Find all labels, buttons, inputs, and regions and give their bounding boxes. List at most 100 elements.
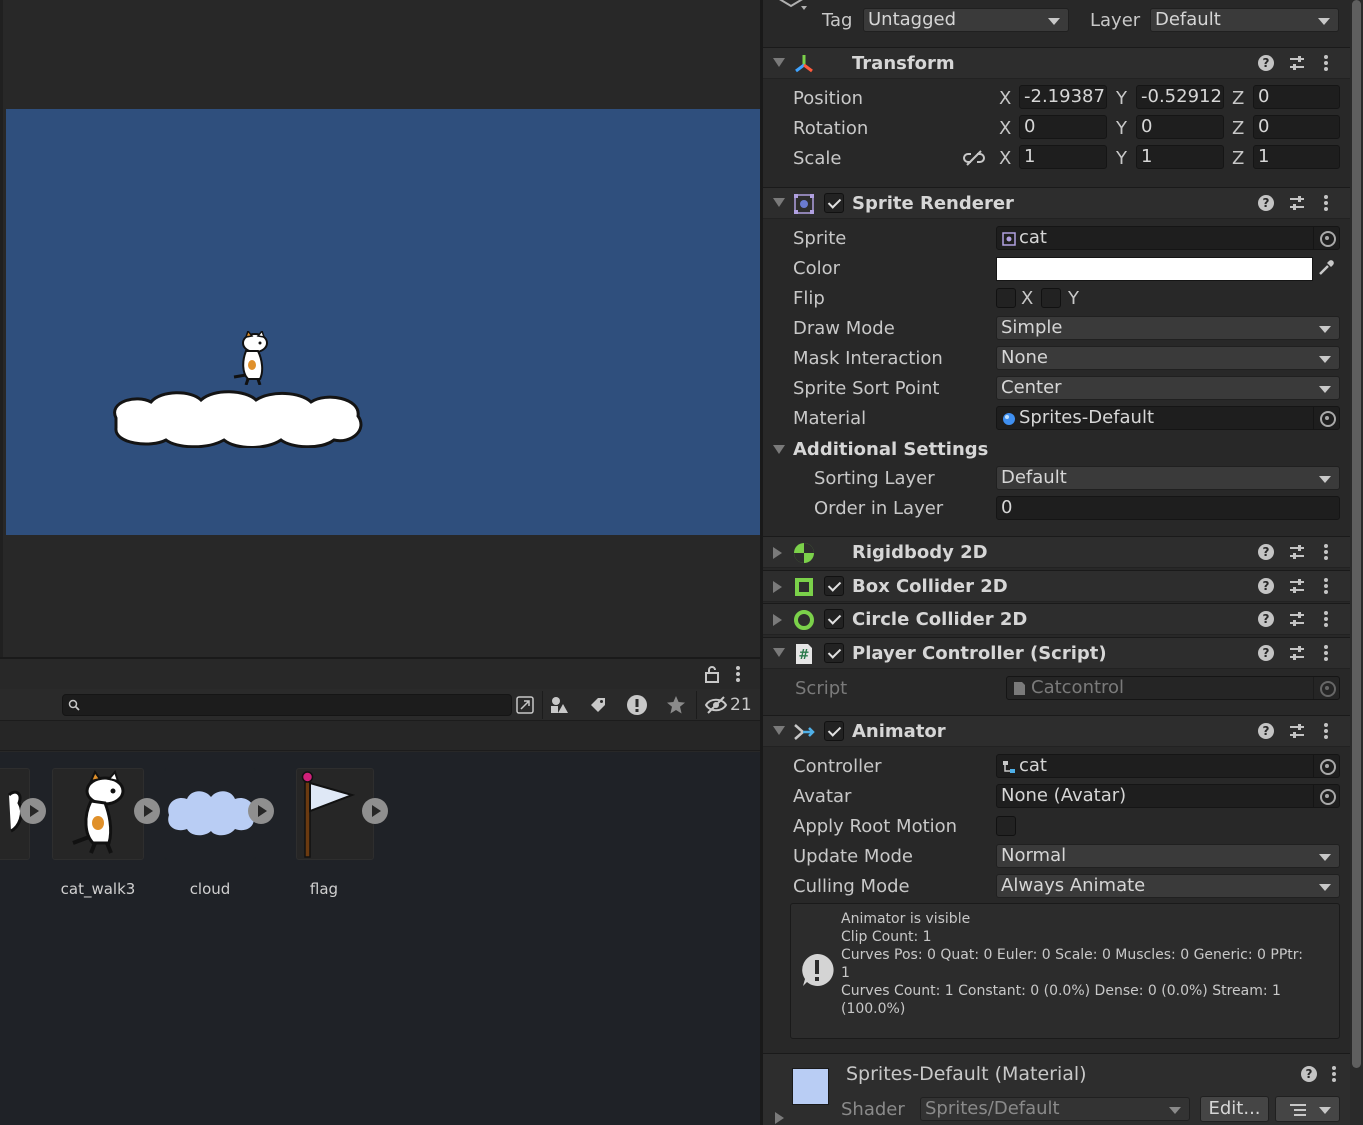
circle-collider-2d-header[interactable]: Circle Collider 2D ? [763, 603, 1350, 635]
help-icon[interactable]: ? [1258, 195, 1274, 211]
foldout-arrow-icon[interactable] [773, 726, 785, 735]
game-canvas[interactable] [6, 109, 763, 535]
sprite-object-field[interactable]: cat [996, 226, 1340, 250]
foldout-arrow-icon[interactable] [773, 58, 785, 67]
mask-interaction-dropdown[interactable]: None [996, 346, 1340, 370]
constrain-proportions-icon[interactable] [963, 150, 985, 166]
scale-z-field[interactable]: 1 [1253, 145, 1340, 169]
help-icon[interactable]: ? [1258, 55, 1274, 71]
help-icon[interactable]: ? [1258, 544, 1274, 560]
presets-icon[interactable] [1288, 54, 1306, 72]
kebab-menu-icon[interactable] [1328, 1065, 1340, 1083]
shader-dropdown[interactable]: Sprites/Default [920, 1097, 1190, 1121]
player-controller-header[interactable]: # Player Controller (Script) ? [763, 637, 1350, 669]
additional-settings-foldout[interactable]: Additional Settings [763, 435, 1350, 465]
shader-options-button[interactable] [1275, 1096, 1340, 1122]
edit-shader-button[interactable]: Edit... [1200, 1096, 1269, 1122]
help-icon[interactable]: ? [1258, 645, 1274, 661]
favorite-star-icon[interactable] [663, 693, 689, 717]
presets-icon[interactable] [1288, 722, 1306, 740]
update-mode-dropdown[interactable]: Normal [996, 844, 1340, 868]
rotation-y-field[interactable]: 0 [1136, 115, 1224, 139]
position-y-field[interactable]: -0.52912 [1136, 85, 1224, 109]
scale-x-field[interactable]: 1 [1019, 145, 1107, 169]
color-swatch-field[interactable] [996, 257, 1313, 281]
foldout-arrow-icon[interactable] [775, 1112, 784, 1124]
help-icon[interactable]: ? [1258, 723, 1274, 739]
foldout-arrow-icon[interactable] [773, 614, 782, 626]
enabled-checkbox[interactable] [824, 576, 844, 596]
scrollbar-thumb[interactable] [1352, 0, 1361, 1068]
play-animation-icon[interactable] [134, 798, 160, 824]
animator-header[interactable]: Animator ? [763, 715, 1350, 747]
rotation-z-field[interactable]: 0 [1253, 115, 1340, 139]
kebab-menu-icon[interactable] [1318, 577, 1334, 595]
lock-icon[interactable] [704, 665, 720, 683]
kebab-menu-icon[interactable] [1318, 610, 1334, 628]
foldout-arrow-icon[interactable] [773, 648, 785, 657]
flip-x-checkbox[interactable] [996, 288, 1016, 308]
help-icon[interactable]: ? [1258, 611, 1274, 627]
presets-icon[interactable] [1288, 543, 1306, 561]
filter-by-type-icon[interactable] [546, 693, 572, 717]
filter-by-label-icon[interactable] [585, 693, 611, 717]
foldout-arrow-icon[interactable] [773, 581, 782, 593]
inspector-scrollbar[interactable] [1350, 0, 1363, 1125]
transform-header[interactable]: Transform ? [763, 47, 1350, 79]
kebab-menu-icon[interactable] [1318, 54, 1334, 72]
layer-dropdown[interactable]: Default [1150, 8, 1339, 32]
cloud-sprite[interactable] [106, 388, 366, 448]
presets-icon[interactable] [1288, 194, 1306, 212]
search-scope-icon[interactable] [512, 693, 538, 717]
sort-point-dropdown[interactable]: Center [996, 376, 1340, 400]
object-picker-icon[interactable] [1313, 755, 1339, 777]
box-collider-2d-title: Box Collider 2D [852, 576, 1008, 597]
rigidbody-2d-header[interactable]: Rigidbody 2D ? [763, 536, 1350, 568]
sorting-layer-dropdown[interactable]: Default [996, 466, 1340, 490]
kebab-menu-icon[interactable] [730, 665, 746, 683]
hidden-packages-toggle[interactable]: 21 [704, 693, 752, 717]
presets-icon[interactable] [1288, 577, 1306, 595]
position-x-field[interactable]: -2.19387 [1019, 85, 1107, 109]
object-picker-icon[interactable] [1313, 407, 1339, 429]
kebab-menu-icon[interactable] [1318, 644, 1334, 662]
root-motion-checkbox[interactable] [996, 816, 1016, 836]
scene-view[interactable] [0, 0, 763, 657]
play-animation-icon[interactable] [248, 798, 274, 824]
scale-y-field[interactable]: 1 [1136, 145, 1224, 169]
eyedropper-icon[interactable] [1317, 259, 1335, 277]
position-z-field[interactable]: 0 [1253, 85, 1340, 109]
sprite-renderer-header[interactable]: Sprite Renderer ? [763, 187, 1350, 219]
foldout-arrow-icon[interactable] [773, 198, 785, 207]
help-icon[interactable]: ? [1258, 578, 1274, 594]
kebab-menu-icon[interactable] [1318, 194, 1334, 212]
avatar-object-field[interactable]: None (Avatar) [996, 784, 1340, 808]
help-icon[interactable]: ? [1301, 1066, 1317, 1082]
tag-dropdown[interactable]: Untagged [863, 8, 1069, 32]
enabled-checkbox[interactable] [824, 193, 844, 213]
controller-object-field[interactable]: cat [996, 754, 1340, 778]
console-warning-icon[interactable] [624, 693, 650, 717]
search-input[interactable] [62, 694, 512, 716]
order-in-layer-field[interactable]: 0 [996, 496, 1340, 520]
play-animation-icon[interactable] [362, 798, 388, 824]
foldout-arrow-icon[interactable] [773, 445, 785, 454]
culling-mode-dropdown[interactable]: Always Animate [996, 874, 1340, 898]
enabled-checkbox[interactable] [824, 643, 844, 663]
draw-mode-dropdown[interactable]: Simple [996, 316, 1340, 340]
foldout-arrow-icon[interactable] [773, 547, 782, 559]
kebab-menu-icon[interactable] [1318, 722, 1334, 740]
presets-icon[interactable] [1288, 610, 1306, 628]
presets-icon[interactable] [1288, 644, 1306, 662]
object-picker-icon[interactable] [1313, 785, 1339, 807]
rotation-x-field[interactable]: 0 [1019, 115, 1107, 139]
flip-y-checkbox[interactable] [1041, 288, 1061, 308]
enabled-checkbox[interactable] [824, 609, 844, 629]
cat-sprite[interactable] [230, 331, 274, 385]
box-collider-2d-header[interactable]: Box Collider 2D ? [763, 570, 1350, 602]
object-picker-icon[interactable] [1313, 227, 1339, 249]
material-object-field[interactable]: Sprites-Default [996, 406, 1340, 430]
kebab-menu-icon[interactable] [1318, 543, 1334, 561]
play-animation-icon[interactable] [20, 798, 46, 824]
enabled-checkbox[interactable] [824, 721, 844, 741]
